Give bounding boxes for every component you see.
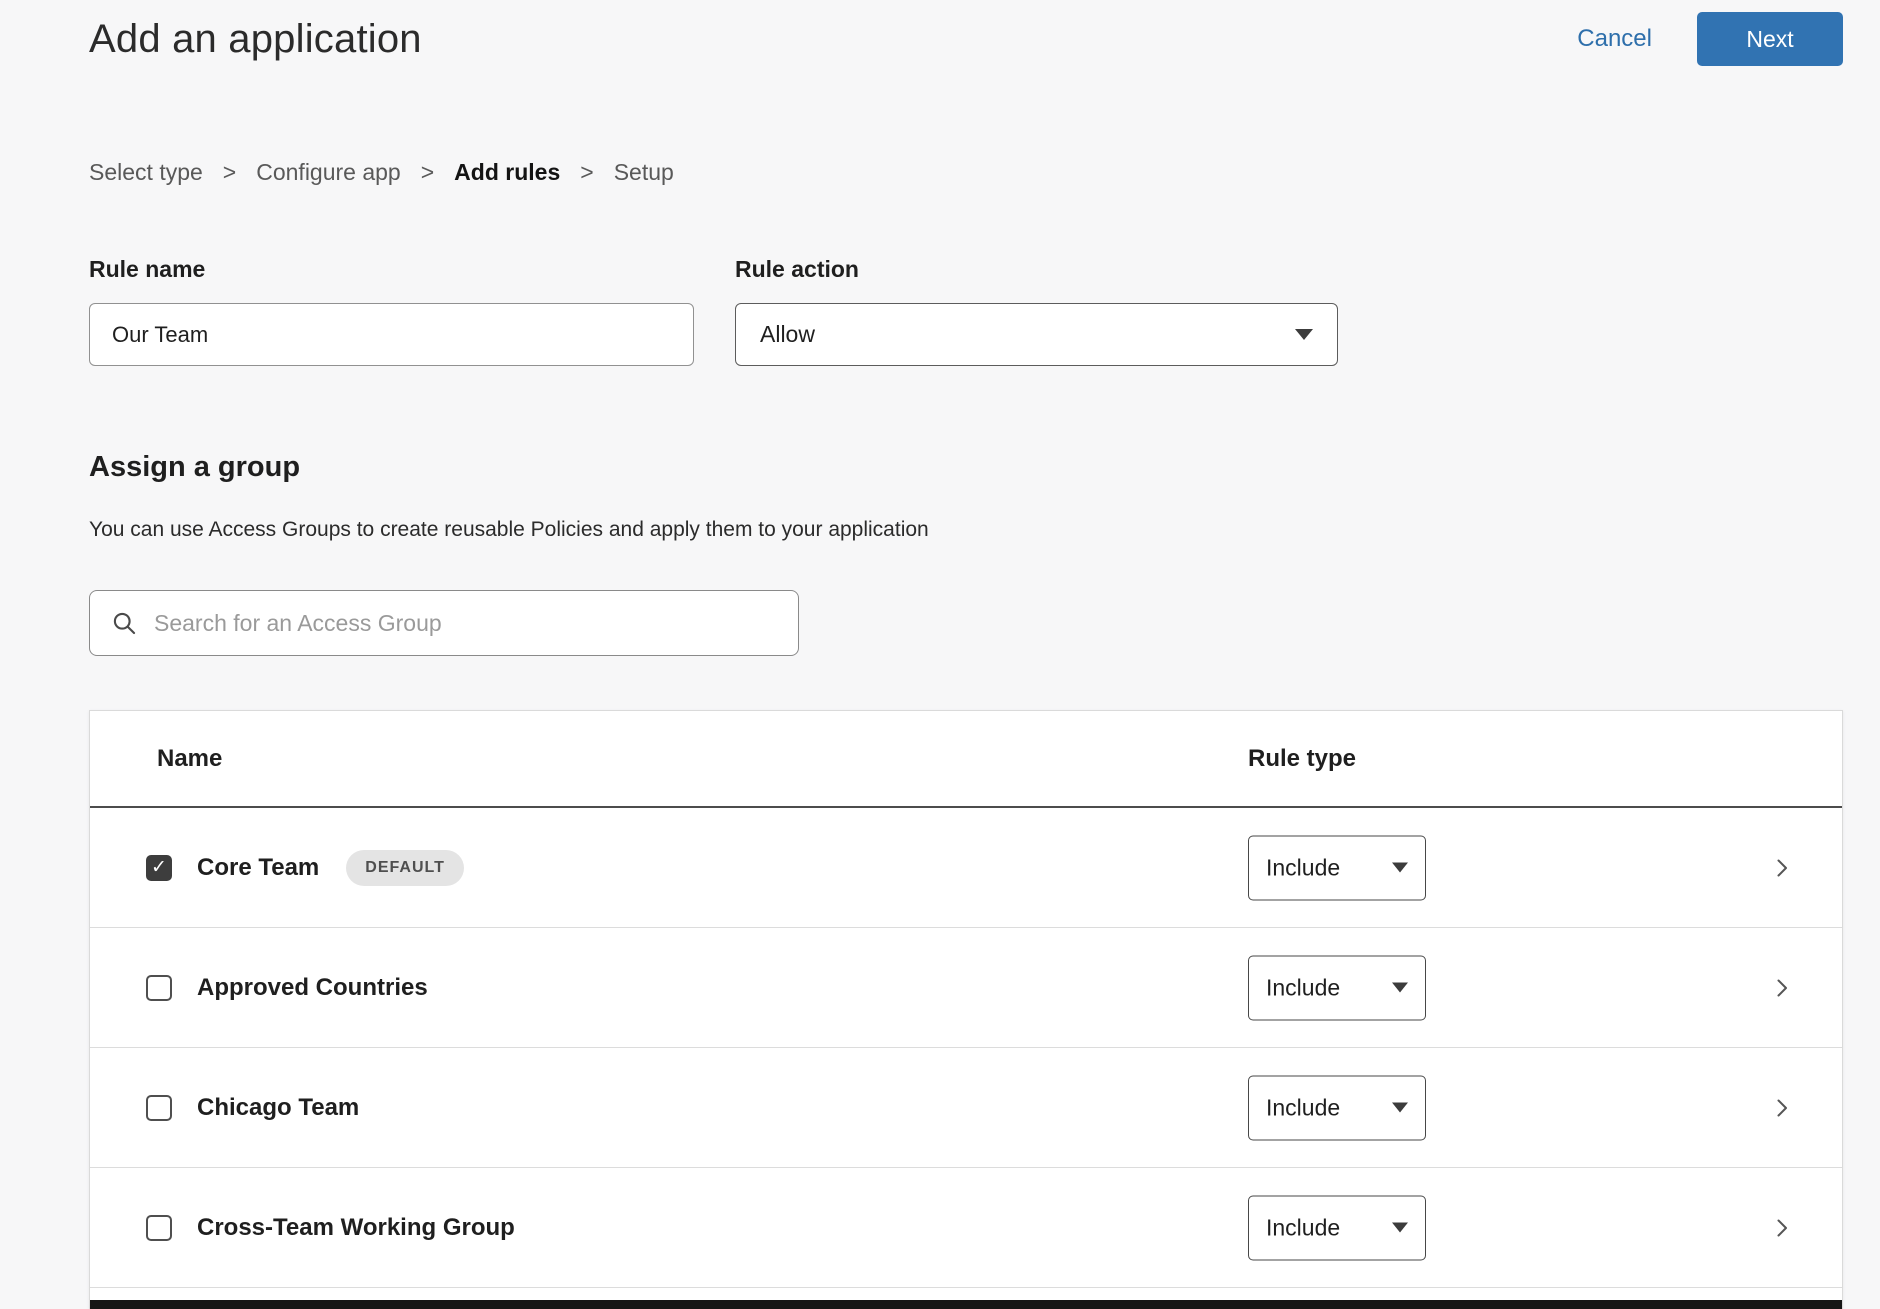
group-name: Cross-Team Working Group [197, 1214, 515, 1242]
search-input[interactable] [152, 609, 778, 638]
breadcrumb: Select type > Configure app > Add rules > Setu… [89, 159, 1843, 186]
rule-name-input[interactable] [89, 303, 694, 366]
breadcrumb-separator: > [223, 159, 236, 186]
add-application-page: Add an application Cancel Next Select ty… [0, 0, 1880, 1309]
row-checkbox[interactable] [146, 1215, 172, 1241]
table-body: Core Team DEFAULT Include Approved Count… [90, 808, 1842, 1288]
row-left: Core Team DEFAULT [90, 850, 464, 886]
main-content: Select type > Configure app > Add rules > Setu… [0, 159, 1880, 1309]
row-left: Chicago Team [90, 1094, 359, 1122]
cancel-button[interactable]: Cancel [1577, 25, 1652, 53]
rule-type-value: Include [1266, 1094, 1340, 1121]
chevron-down-icon [1295, 329, 1313, 340]
chevron-right-icon[interactable] [1770, 976, 1794, 1000]
chevron-down-icon [1392, 983, 1408, 993]
assign-group-description: You can use Access Groups to create reus… [89, 518, 1843, 542]
chevron-right-icon[interactable] [1770, 1096, 1794, 1120]
rule-type-select[interactable]: Include [1248, 835, 1426, 900]
header-actions: Cancel Next [1577, 12, 1843, 66]
table-header-row: Name Rule type [90, 711, 1842, 808]
rule-action-select[interactable]: Allow [735, 303, 1338, 366]
rule-name-label: Rule name [89, 256, 694, 283]
bottom-strip [90, 1300, 1842, 1309]
rule-type-value: Include [1266, 974, 1340, 1001]
table-row: Chicago Team Include [90, 1048, 1842, 1168]
breadcrumb-separator: > [580, 159, 593, 186]
rule-type-select[interactable]: Include [1248, 955, 1426, 1020]
breadcrumb-item[interactable]: Select type [89, 159, 203, 186]
rule-action-field: Rule action Allow [735, 256, 1338, 366]
page-title: Add an application [89, 17, 422, 62]
breadcrumb-separator: > [421, 159, 434, 186]
group-name: Approved Countries [197, 974, 428, 1002]
row-left: Cross-Team Working Group [90, 1214, 515, 1242]
chevron-right-icon[interactable] [1770, 1216, 1794, 1240]
page-header: Add an application Cancel Next [0, 0, 1880, 66]
group-name: Core Team [197, 854, 319, 882]
table-row: Approved Countries Include [90, 928, 1842, 1048]
rule-action-label: Rule action [735, 256, 1338, 283]
access-groups-table: Name Rule type Core Team DEFAULT Include… [89, 710, 1843, 1309]
column-header-rule-type: Rule type [1248, 745, 1356, 773]
rule-form-row: Rule name Rule action Allow [89, 256, 1843, 366]
column-header-name: Name [157, 745, 222, 773]
breadcrumb-item[interactable]: Add rules [454, 159, 560, 186]
chevron-down-icon [1392, 863, 1408, 873]
group-name: Chicago Team [197, 1094, 359, 1122]
rule-type-value: Include [1266, 854, 1340, 881]
assign-group-heading: Assign a group [89, 451, 1843, 484]
rule-type-value: Include [1266, 1214, 1340, 1241]
row-checkbox[interactable] [146, 1095, 172, 1121]
search-icon [110, 609, 138, 637]
access-group-search-box [89, 590, 799, 656]
rule-type-select[interactable]: Include [1248, 1195, 1426, 1260]
chevron-right-icon[interactable] [1770, 856, 1794, 880]
chevron-down-icon [1392, 1223, 1408, 1233]
breadcrumb-item[interactable]: Configure app [256, 159, 401, 186]
rule-action-value: Allow [760, 321, 815, 348]
default-badge: DEFAULT [346, 850, 464, 886]
chevron-down-icon [1392, 1103, 1408, 1113]
row-checkbox[interactable] [146, 975, 172, 1001]
breadcrumb-item[interactable]: Setup [614, 159, 674, 186]
rule-name-field: Rule name [89, 256, 694, 366]
next-button[interactable]: Next [1697, 12, 1843, 66]
row-left: Approved Countries [90, 974, 428, 1002]
rule-type-select[interactable]: Include [1248, 1075, 1426, 1140]
table-row: Core Team DEFAULT Include [90, 808, 1842, 928]
row-checkbox[interactable] [146, 855, 172, 881]
table-row: Cross-Team Working Group Include [90, 1168, 1842, 1288]
